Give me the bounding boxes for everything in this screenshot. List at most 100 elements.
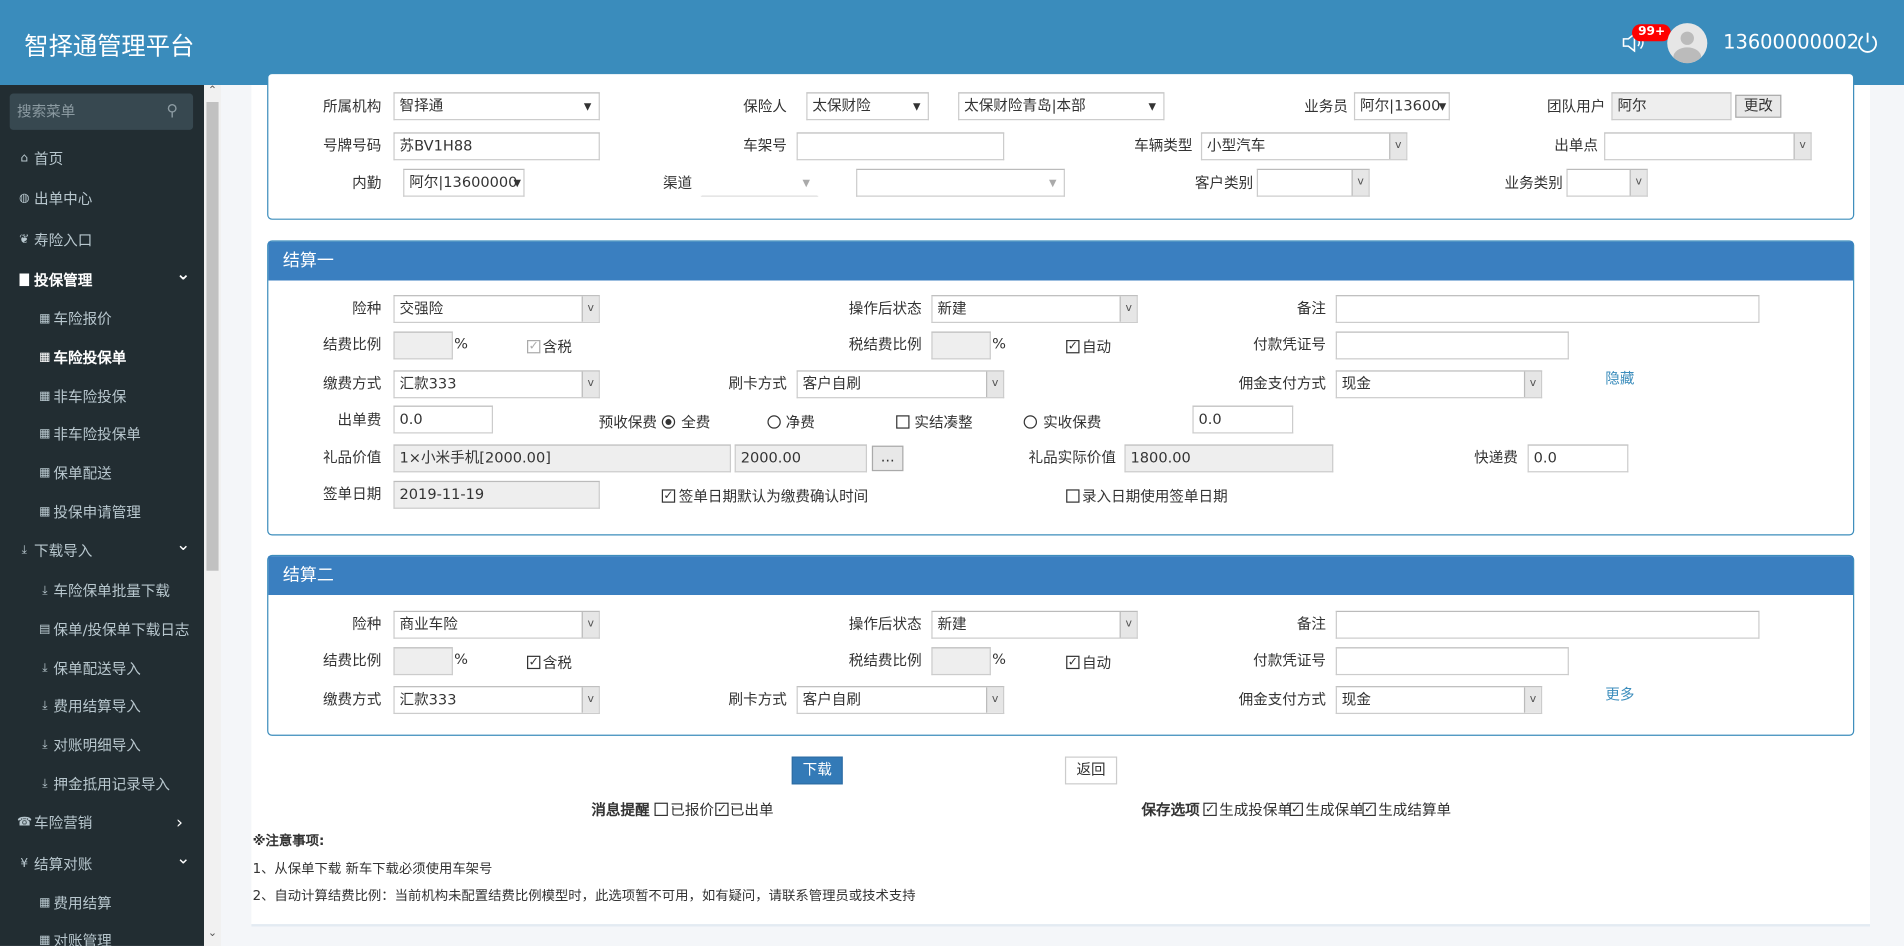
download-button[interactable]: 下载 <box>791 756 843 785</box>
tax-ratio-input[interactable] <box>931 331 991 360</box>
sidebar-item-label: 结算对账 <box>34 856 93 874</box>
quoted-checkbox[interactable] <box>654 802 668 817</box>
sidebar-item[interactable]: ⤓ 费用结算导入 <box>0 695 204 719</box>
power-icon[interactable] <box>1857 32 1879 55</box>
channel2-select[interactable]: ▼ <box>856 168 1065 197</box>
entry-date-checkbox[interactable] <box>1066 489 1080 503</box>
sidebar-item[interactable]: ▦ 费用结算 <box>0 891 204 915</box>
fee-input[interactable]: 0.0 <box>393 405 494 434</box>
user-phone[interactable]: 13600000002 <box>1723 30 1859 53</box>
sidebar-item[interactable]: ▦ 车险报价 <box>0 307 204 331</box>
sidebar-item[interactable]: ▦ 对账管理 <box>0 929 204 946</box>
more-link[interactable]: 更多 <box>1605 686 1634 703</box>
sidebar-item[interactable]: ▦ 非车险投保 <box>0 385 204 409</box>
remark-input[interactable] <box>1335 610 1760 639</box>
home-icon: ⌂ <box>20 151 29 166</box>
card-method-select[interactable]: 客户自刷 v <box>796 686 1005 715</box>
vehicle-type-select[interactable]: 小型汽车 v <box>1200 132 1408 161</box>
pay-method-select[interactable]: 汇款333 v <box>393 370 600 399</box>
voucher-input[interactable] <box>1335 647 1569 676</box>
ratio-input[interactable] <box>393 647 453 676</box>
sidebar-item[interactable]: ⤓ 保单配送导入 <box>0 657 204 681</box>
sidebar-item[interactable]: ¥ 结算对账 ⌄ <box>0 849 204 876</box>
express-input[interactable]: 0.0 <box>1527 444 1629 473</box>
chevron-right-icon[interactable]: › <box>176 811 183 835</box>
issued-checkbox[interactable]: ✓ <box>715 802 729 817</box>
voucher-input[interactable] <box>1335 331 1569 360</box>
gift-real-input[interactable]: 1800.00 <box>1124 444 1334 473</box>
sidebar-item[interactable]: ▇ 投保管理 ⌄ <box>0 265 204 292</box>
card-method-select[interactable]: 客户自刷 v <box>796 370 1005 399</box>
sign-default-checkbox[interactable]: ✓ <box>661 489 676 503</box>
sidebar-scrollbar[interactable]: ⌃ ⌄ <box>204 85 222 946</box>
channel-select[interactable]: ▼ <box>700 168 819 197</box>
scroll-down-icon[interactable]: ⌄ <box>204 928 221 940</box>
sidebar-item[interactable]: ⌂ 首页 <box>0 147 204 171</box>
scrollbar-thumb[interactable] <box>206 102 219 571</box>
tax-checkbox[interactable]: ✓ <box>527 655 541 670</box>
ratio-input[interactable] <box>393 331 453 360</box>
tax-ratio-input[interactable] <box>931 647 991 676</box>
gen-settle-checkbox[interactable]: ✓ <box>1362 802 1376 817</box>
status-select[interactable]: 新建 v <box>931 610 1138 639</box>
avatar[interactable] <box>1667 23 1708 64</box>
auto-checkbox[interactable]: ✓ <box>1066 655 1080 670</box>
sidebar-item[interactable]: ⤓ 押金抵用记录导入 <box>0 772 204 796</box>
insurance-type-select[interactable]: 商业车险 v <box>393 610 600 639</box>
sidebar-item[interactable]: ▦ 非车险投保单 <box>0 423 204 447</box>
sidebar-item-label: 车险投保单 <box>53 349 127 367</box>
insurance-type-select[interactable]: 交强险 v <box>393 295 600 324</box>
hide-link[interactable]: 隐藏 <box>1605 370 1634 387</box>
sidebar-item[interactable]: ▦ 保单配送 <box>0 461 204 485</box>
sidebar-item[interactable]: ▦ 车险投保单 <box>0 346 204 370</box>
chevron-down-icon[interactable]: ⌄ <box>176 846 190 870</box>
pay-method-select[interactable]: 汇款333 v <box>393 686 600 715</box>
auto-checkbox[interactable]: ✓ <box>1066 340 1080 354</box>
change-button[interactable]: 更改 <box>1735 94 1782 118</box>
status-select[interactable]: 新建 v <box>931 295 1138 324</box>
branch-select[interactable]: 太保财险青岛|本部 ▼ <box>958 92 1165 121</box>
radio-actual[interactable] <box>1023 415 1038 429</box>
tax-ratio-label: 税结费比例 <box>848 336 922 354</box>
commission-select[interactable]: 现金 v <box>1335 370 1543 399</box>
gift-input[interactable]: 1×小米手机[2000.00] <box>393 444 732 473</box>
sidebar-item-label: 寿险入口 <box>34 231 93 249</box>
sidebar-item[interactable]: ❦ 寿险入口 <box>0 228 204 252</box>
remark-input[interactable] <box>1335 295 1760 324</box>
plate-input[interactable]: 苏BV1H88 <box>393 132 600 161</box>
org-select[interactable]: 智择通 ▼ <box>393 92 600 121</box>
sidebar-item[interactable]: ⤓ 下载导入 ⌄ <box>0 536 204 563</box>
chevron-down-icon[interactable]: ⌄ <box>176 533 190 557</box>
sidebar-item[interactable]: ▦ 投保申请管理 <box>0 500 204 524</box>
staff-select[interactable]: 阿尔|13600000 ▼ <box>403 168 525 197</box>
gen-proposal-checkbox[interactable]: ✓ <box>1203 802 1217 817</box>
vin-input[interactable] <box>796 132 1005 161</box>
commission-select[interactable]: 现金 v <box>1335 686 1543 715</box>
radio-full[interactable] <box>661 415 676 429</box>
chevron-down-icon[interactable]: ⌄ <box>176 262 190 286</box>
insurance-type-value: 商业车险 <box>399 615 458 633</box>
gen-policy-checkbox[interactable]: ✓ <box>1289 802 1303 817</box>
salesman-select[interactable]: 阿尔|13600 ▼ <box>1353 92 1450 121</box>
sidebar-item[interactable]: ⤓ 车险保单批量下载 <box>0 579 204 603</box>
sidebar-item[interactable]: ⤓ 对账明细导入 <box>0 733 204 757</box>
round-checkbox[interactable] <box>896 415 910 429</box>
radio-net[interactable] <box>767 415 781 429</box>
search-icon[interactable]: ⚲ <box>166 102 178 120</box>
sign-date-input[interactable]: 2019-11-19 <box>393 480 600 509</box>
back-button[interactable]: 返回 <box>1064 756 1118 785</box>
sidebar-item[interactable]: ◍ 出单中心 <box>0 187 204 211</box>
outlet-select[interactable]: v <box>1604 132 1812 161</box>
gift-amount-input[interactable]: 2000.00 <box>734 444 868 473</box>
scroll-up-icon[interactable]: ⌃ <box>204 85 221 97</box>
sidebar-item[interactable]: ▤ 保单/投保单下载日志 <box>0 618 204 642</box>
premium-input[interactable]: 0.0 <box>1192 405 1294 434</box>
radio-full-label: 全费 <box>681 414 711 432</box>
team-input[interactable]: 阿尔 <box>1611 92 1732 121</box>
gift-picker-button[interactable]: ... <box>871 445 904 472</box>
sidebar-item[interactable]: ☎ 车险营销 › <box>0 811 204 835</box>
tax-checkbox[interactable]: ✓ <box>527 340 541 354</box>
biz-type-select[interactable]: v <box>1566 168 1648 197</box>
insurer-select[interactable]: 太保财险 ▼ <box>806 92 929 121</box>
customer-type-select[interactable]: v <box>1256 168 1370 197</box>
